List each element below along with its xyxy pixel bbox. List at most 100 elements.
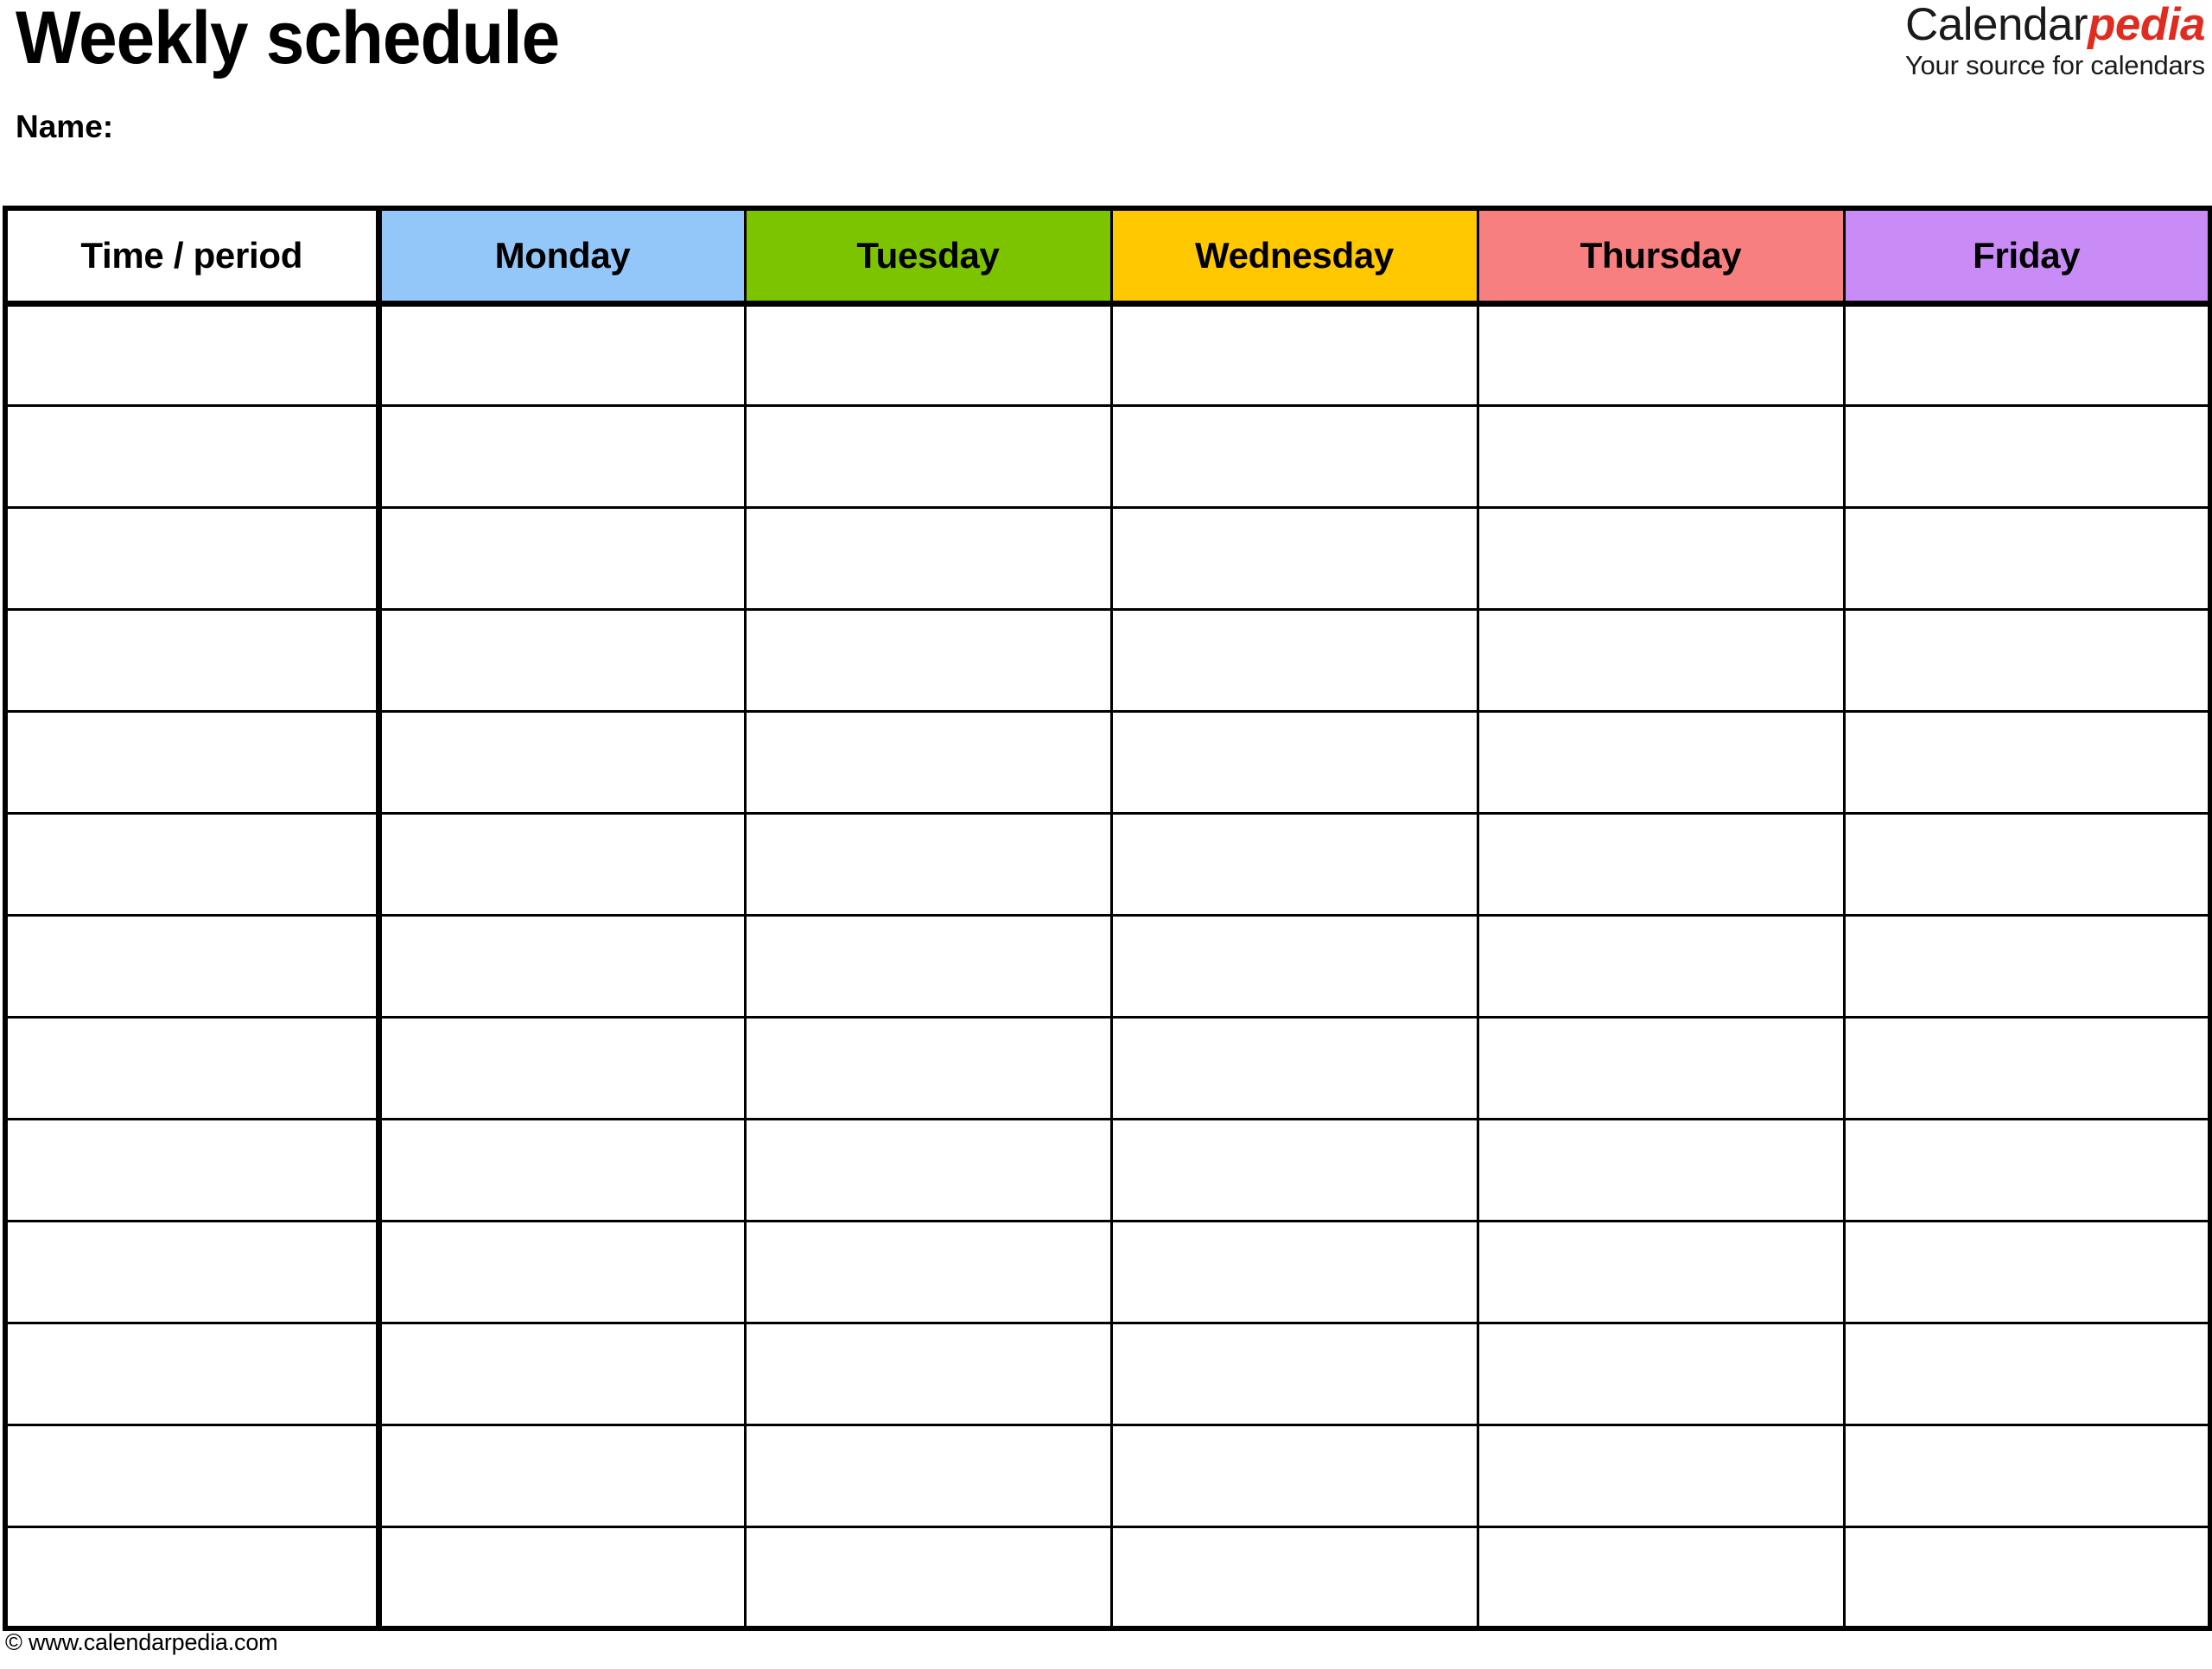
schedule-entry-cell[interactable] bbox=[1478, 507, 1846, 611]
table-row bbox=[5, 405, 2210, 509]
schedule-entry-cell[interactable] bbox=[1844, 609, 2210, 713]
schedule-entry-cell[interactable] bbox=[1478, 405, 1846, 509]
document-header: Weekly schedule Name: Calendarpedia Your… bbox=[0, 0, 2212, 200]
schedule-entry-cell[interactable] bbox=[1111, 1323, 1479, 1426]
time-period-cell[interactable] bbox=[5, 405, 382, 509]
time-period-cell[interactable] bbox=[5, 609, 382, 713]
schedule-entry-cell[interactable] bbox=[1478, 813, 1846, 917]
time-period-cell[interactable] bbox=[5, 711, 382, 815]
schedule-entry-cell[interactable] bbox=[1111, 915, 1479, 1019]
table-row bbox=[5, 1017, 2210, 1120]
schedule-entry-cell[interactable] bbox=[1111, 507, 1479, 611]
schedule-entry-cell[interactable] bbox=[745, 915, 1113, 1019]
schedule-entry-cell[interactable] bbox=[745, 1119, 1113, 1222]
schedule-entry-cell[interactable] bbox=[1478, 303, 1846, 407]
schedule-entry-cell[interactable] bbox=[1844, 1119, 2210, 1222]
schedule-entry-cell[interactable] bbox=[378, 507, 747, 611]
column-header-monday: Monday bbox=[378, 208, 747, 307]
schedule-entry-cell[interactable] bbox=[1111, 813, 1479, 917]
schedule-entry-cell[interactable] bbox=[1844, 1017, 2210, 1120]
schedule-entry-cell[interactable] bbox=[1478, 1119, 1846, 1222]
column-header-wednesday: Wednesday bbox=[1111, 208, 1479, 307]
schedule-entry-cell[interactable] bbox=[1844, 1425, 2210, 1528]
schedule-entry-cell[interactable] bbox=[1111, 303, 1479, 407]
schedule-entry-cell[interactable] bbox=[1478, 1323, 1846, 1426]
schedule-entry-cell[interactable] bbox=[1844, 813, 2210, 917]
schedule-entry-cell[interactable] bbox=[745, 609, 1113, 713]
schedule-entry-cell[interactable] bbox=[1111, 405, 1479, 509]
table-row bbox=[5, 1323, 2210, 1426]
schedule-entry-cell[interactable] bbox=[1844, 1221, 2210, 1324]
time-period-cell[interactable] bbox=[5, 1017, 382, 1120]
schedule-entry-cell[interactable] bbox=[745, 507, 1113, 611]
time-period-cell[interactable] bbox=[5, 1221, 382, 1324]
column-header-friday: Friday bbox=[1844, 208, 2210, 307]
time-period-cell[interactable] bbox=[5, 1526, 382, 1628]
schedule-entry-cell[interactable] bbox=[745, 405, 1113, 509]
schedule-entry-cell[interactable] bbox=[1478, 1017, 1846, 1120]
page-title: Weekly schedule bbox=[16, 0, 560, 79]
schedule-entry-cell[interactable] bbox=[1478, 915, 1846, 1019]
schedule-entry-cell[interactable] bbox=[1111, 711, 1479, 815]
schedule-entry-cell[interactable] bbox=[1111, 1526, 1479, 1628]
schedule-entry-cell[interactable] bbox=[378, 1221, 747, 1324]
schedule-entry-cell[interactable] bbox=[378, 1526, 747, 1628]
schedule-entry-cell[interactable] bbox=[1478, 1221, 1846, 1324]
schedule-entry-cell[interactable] bbox=[378, 711, 747, 815]
schedule-entry-cell[interactable] bbox=[1478, 609, 1846, 713]
time-period-cell[interactable] bbox=[5, 915, 382, 1019]
schedule-entry-cell[interactable] bbox=[378, 1425, 747, 1528]
column-header-thursday: Thursday bbox=[1478, 208, 1846, 307]
schedule-entry-cell[interactable] bbox=[745, 1017, 1113, 1120]
time-period-cell[interactable] bbox=[5, 1119, 382, 1222]
schedule-entry-cell[interactable] bbox=[1844, 507, 2210, 611]
table-row bbox=[5, 1425, 2210, 1528]
schedule-entry-cell[interactable] bbox=[378, 1017, 747, 1120]
schedule-entry-cell[interactable] bbox=[378, 915, 747, 1019]
schedule-entry-cell[interactable] bbox=[378, 609, 747, 713]
schedule-entry-cell[interactable] bbox=[1844, 1323, 2210, 1426]
schedule-entry-cell[interactable] bbox=[1844, 303, 2210, 407]
schedule-entry-cell[interactable] bbox=[1111, 1119, 1479, 1222]
schedule-entry-cell[interactable] bbox=[745, 813, 1113, 917]
schedule-entry-cell[interactable] bbox=[745, 1526, 1113, 1628]
copyright-footer: © www.calendarpedia.com bbox=[5, 1629, 278, 1655]
table-row bbox=[5, 1221, 2210, 1324]
schedule-entry-cell[interactable] bbox=[1478, 1526, 1846, 1628]
schedule-entry-cell[interactable] bbox=[1844, 711, 2210, 815]
schedule-entry-cell[interactable] bbox=[745, 1323, 1113, 1426]
schedule-entry-cell[interactable] bbox=[378, 1323, 747, 1426]
column-header-time-period: Time / period bbox=[5, 208, 382, 307]
schedule-entry-cell[interactable] bbox=[1111, 1017, 1479, 1120]
time-period-cell[interactable] bbox=[5, 303, 382, 407]
time-period-cell[interactable] bbox=[5, 813, 382, 917]
weekly-schedule-table: Time / period Monday Tuesday Wednesday Thurs… bbox=[3, 206, 2212, 1631]
schedule-entry-cell[interactable] bbox=[378, 1119, 747, 1222]
brand-tagline: Your source for calendars bbox=[1904, 50, 2205, 81]
column-header-tuesday: Tuesday bbox=[745, 208, 1113, 307]
schedule-entry-cell[interactable] bbox=[378, 303, 747, 407]
schedule-entry-cell[interactable] bbox=[1111, 1425, 1479, 1528]
schedule-entry-cell[interactable] bbox=[1844, 1526, 2210, 1628]
name-field-label: Name: bbox=[16, 109, 114, 144]
table-header-row: Time / period Monday Tuesday Wednesday Thurs… bbox=[5, 208, 2210, 307]
schedule-entry-cell[interactable] bbox=[1111, 609, 1479, 713]
brand-name-accent: pedia bbox=[2088, 0, 2205, 50]
schedule-entry-cell[interactable] bbox=[1844, 405, 2210, 509]
schedule-entry-cell[interactable] bbox=[378, 405, 747, 509]
schedule-entry-cell[interactable] bbox=[745, 711, 1113, 815]
schedule-entry-cell[interactable] bbox=[378, 813, 747, 917]
schedule-entry-cell[interactable] bbox=[745, 1221, 1113, 1324]
schedule-entry-cell[interactable] bbox=[1111, 1221, 1479, 1324]
schedule-entry-cell[interactable] bbox=[1478, 1425, 1846, 1528]
schedule-entry-cell[interactable] bbox=[745, 1425, 1113, 1528]
schedule-entry-cell[interactable] bbox=[745, 303, 1113, 407]
table-header: Time / period Monday Tuesday Wednesday Thurs… bbox=[5, 208, 2210, 307]
schedule-entry-cell[interactable] bbox=[1478, 711, 1846, 815]
time-period-cell[interactable] bbox=[5, 1323, 382, 1426]
time-period-cell[interactable] bbox=[5, 1425, 382, 1528]
table-row bbox=[5, 1526, 2210, 1628]
time-period-cell[interactable] bbox=[5, 507, 382, 611]
table-row bbox=[5, 507, 2210, 611]
schedule-entry-cell[interactable] bbox=[1844, 915, 2210, 1019]
